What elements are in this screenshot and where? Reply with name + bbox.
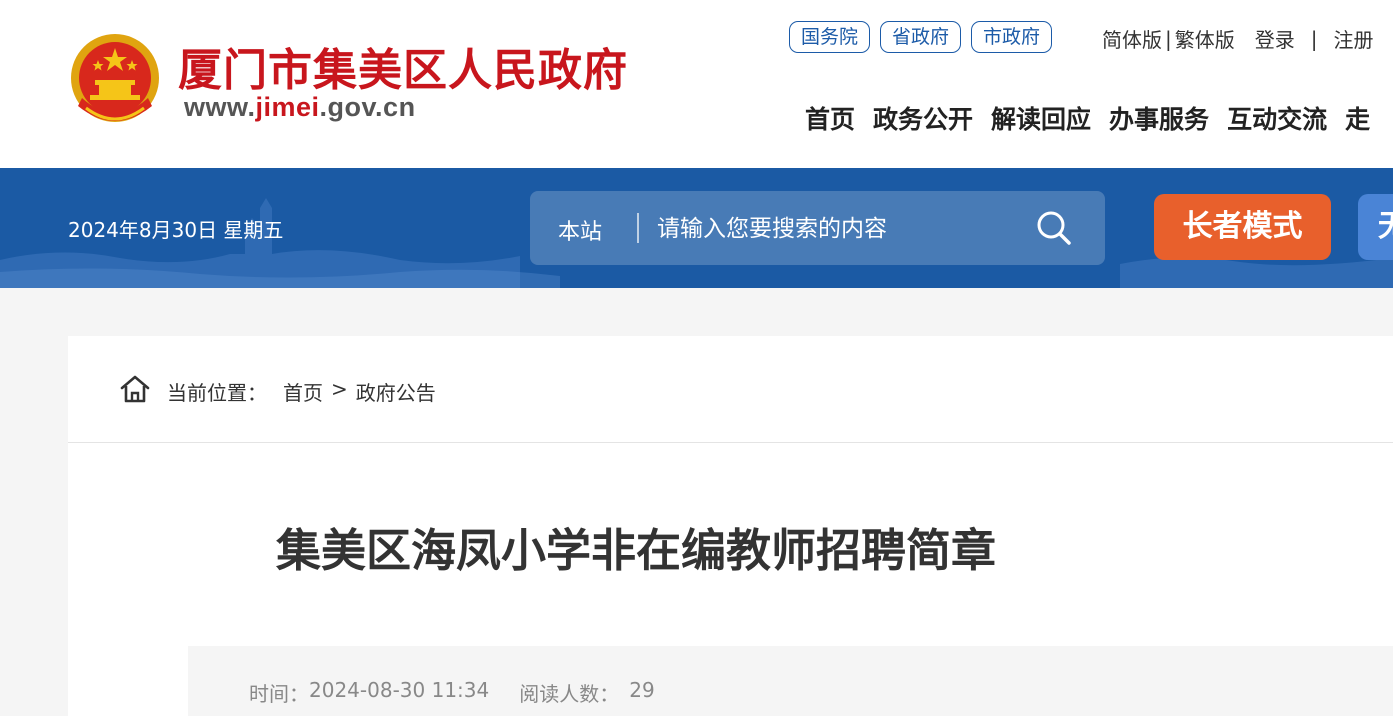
article-meta-text: 时间： 2024-08-30 11:34 阅读人数： 29 <box>249 678 655 707</box>
nav-interaction[interactable]: 互动交流 <box>1227 100 1327 136</box>
site-title[interactable]: 厦门市集美区人民政府 <box>178 34 628 98</box>
register-link[interactable]: 注册 <box>1334 24 1374 53</box>
article-title: 集美区海凤小学非在编教师招聘简章 <box>275 524 996 577</box>
breadcrumb-label: 当前位置： <box>167 381 267 405</box>
main-nav: 首页 政务公开 解读回应 办事服务 互动交流 走 <box>805 100 1370 136</box>
breadcrumb-path: 当前位置： 首页 > 政府公告 <box>167 377 436 406</box>
site-header: 厦门市集美区人民政府 www.jimei.gov.cn 国务院 省政府 市政府 … <box>0 0 1393 168</box>
breadcrumb-current[interactable]: 政府公告 <box>356 377 436 406</box>
search-banner: 2024年8月30日 星期五 本站 长者模式 无 <box>0 168 1393 288</box>
nav-gov-affairs[interactable]: 政务公开 <box>873 100 973 136</box>
search-input[interactable] <box>655 208 1029 250</box>
search-scope-select[interactable]: 本站 <box>558 214 602 246</box>
meta-gap <box>489 678 519 707</box>
traditional-link[interactable]: 繁体版 <box>1175 24 1235 53</box>
gov-links: 国务院 省政府 市政府 <box>789 21 1053 53</box>
time-value: 2024-08-30 11:34 <box>309 678 490 702</box>
home-icon <box>120 375 150 403</box>
nav-interpretation[interactable]: 解读回应 <box>991 100 1091 136</box>
nav-more[interactable]: 走 <box>1345 100 1370 136</box>
views-label: 阅读人数： <box>519 682 620 706</box>
article-meta: 时间： 2024-08-30 11:34 阅读人数： 29 <box>188 646 1393 716</box>
login-link[interactable]: 登录 <box>1255 24 1295 53</box>
article-panel: 当前位置： 首页 > 政府公告 集美区海凤小学非在编教师招聘简章 时间： 202… <box>68 336 1393 716</box>
url-prefix: www. <box>184 92 256 122</box>
elder-mode-button[interactable]: 长者模式 <box>1154 194 1331 260</box>
views-value: 29 <box>629 678 655 702</box>
breadcrumb-arrow: > <box>331 377 348 401</box>
url-suffix: .gov.cn <box>319 92 416 122</box>
nav-home[interactable]: 首页 <box>805 100 855 136</box>
nav-services[interactable]: 办事服务 <box>1109 100 1209 136</box>
gov-link-state-council[interactable]: 国务院 <box>789 21 871 53</box>
search-box: 本站 <box>530 191 1105 265</box>
breadcrumb-home[interactable]: 首页 <box>283 377 323 406</box>
current-date: 2024年8月30日 星期五 <box>68 218 284 242</box>
time-label: 时间： <box>249 682 309 706</box>
separator: | <box>1165 26 1172 51</box>
accessibility-button[interactable]: 无 <box>1358 194 1393 260</box>
search-divider <box>637 213 639 243</box>
gov-link-city[interactable]: 市政府 <box>971 21 1053 53</box>
search-icon[interactable] <box>1036 210 1072 246</box>
top-links: 简体版 | 繁体版 登录 | 注册 <box>1102 24 1374 53</box>
national-emblem-icon <box>71 34 159 122</box>
url-highlight: jimei <box>255 92 320 122</box>
simplified-link[interactable]: 简体版 <box>1102 24 1162 53</box>
breadcrumb: 当前位置： 首页 > 政府公告 <box>68 336 1393 443</box>
separator: | <box>1310 26 1318 51</box>
gov-link-province[interactable]: 省政府 <box>880 21 962 53</box>
site-url: www.jimei.gov.cn <box>184 92 416 123</box>
